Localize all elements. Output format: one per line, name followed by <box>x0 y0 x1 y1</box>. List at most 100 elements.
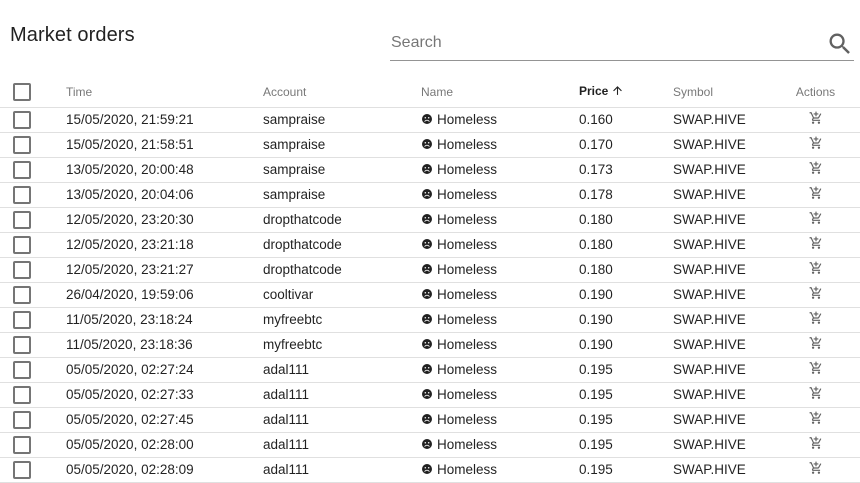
row-time: 05/05/2020, 02:27:33 <box>66 382 263 408</box>
cart-icon[interactable] <box>809 236 823 253</box>
row-symbol: SWAP.HIVE <box>673 157 771 183</box>
row-price: 0.190 <box>579 332 673 358</box>
row-price: 0.178 <box>579 182 673 208</box>
column-header-symbol[interactable]: Symbol <box>673 78 771 108</box>
search-input[interactable] <box>391 32 811 54</box>
row-checkbox[interactable] <box>13 460 31 479</box>
row-checkbox[interactable] <box>13 435 31 454</box>
row-actions <box>771 282 860 308</box>
column-header-name[interactable]: Name <box>421 78 579 108</box>
row-price: 0.180 <box>579 257 673 283</box>
cart-icon[interactable] <box>809 111 823 128</box>
table-row[interactable]: 12/05/2020, 23:21:27 dropthatcode Homeless… <box>0 257 860 283</box>
row-account: cooltivar <box>263 282 421 308</box>
column-header-time[interactable]: Time <box>66 78 263 108</box>
row-checkbox[interactable] <box>13 110 31 129</box>
table-row[interactable]: 05/05/2020, 02:28:00 adal111 Homeless 0.195… <box>0 432 860 458</box>
cart-icon[interactable] <box>809 161 823 178</box>
row-checkbox[interactable] <box>13 210 31 229</box>
table-row[interactable]: 05/05/2020, 02:27:24 adal111 Homeless 0.195… <box>0 357 860 383</box>
cart-icon[interactable] <box>809 211 823 228</box>
cart-icon[interactable] <box>809 436 823 453</box>
row-checkbox[interactable] <box>13 135 31 154</box>
table-row[interactable]: 26/04/2020, 19:59:06 cooltivar Homeless 0.1… <box>0 282 860 308</box>
row-checkbox[interactable] <box>13 160 31 179</box>
table-row[interactable]: 05/05/2020, 02:27:45 adal111 Homeless 0.195… <box>0 407 860 433</box>
orders-table-body: 15/05/2020, 21:59:21 sampraise Homeless 0.1… <box>0 107 860 483</box>
row-name: Homeless <box>437 186 498 202</box>
column-header-price[interactable]: Price <box>579 78 673 108</box>
cart-icon[interactable] <box>809 261 823 278</box>
row-account: sampraise <box>263 182 421 208</box>
cart-icon[interactable] <box>809 311 823 328</box>
row-symbol: SWAP.HIVE <box>673 182 771 208</box>
table-row[interactable]: 15/05/2020, 21:59:21 sampraise Homeless 0.1… <box>0 107 860 133</box>
row-checkbox[interactable] <box>13 285 31 304</box>
row-checkbox[interactable] <box>13 410 31 429</box>
row-time: 13/05/2020, 20:04:06 <box>66 182 263 208</box>
cart-icon[interactable] <box>809 461 823 478</box>
arrow-up-icon[interactable] <box>611 84 624 100</box>
cart-icon[interactable] <box>809 286 823 303</box>
row-checkbox[interactable] <box>13 260 31 279</box>
table-row[interactable]: 13/05/2020, 20:04:06 sampraise Homeless 0.1… <box>0 182 860 208</box>
row-checkbox[interactable] <box>13 360 31 379</box>
row-name: Homeless <box>437 261 498 277</box>
row-actions <box>771 132 860 158</box>
table-row[interactable]: 13/05/2020, 20:00:48 sampraise Homeless 0.1… <box>0 157 860 183</box>
row-symbol: SWAP.HIVE <box>673 357 771 383</box>
cart-icon[interactable] <box>809 136 823 153</box>
table-header-row: Time Account Name Price Symbol Actions <box>0 78 860 108</box>
table-row[interactable]: 05/05/2020, 02:28:09 adal111 Homeless 0.195… <box>0 457 860 483</box>
row-time: 12/05/2020, 23:21:18 <box>66 232 263 258</box>
row-price: 0.180 <box>579 207 673 233</box>
cart-icon[interactable] <box>809 186 823 203</box>
row-price: 0.195 <box>579 407 673 433</box>
row-name: Homeless <box>437 436 498 452</box>
select-all-checkbox[interactable] <box>13 83 31 102</box>
row-checkbox[interactable] <box>13 385 31 404</box>
row-price: 0.195 <box>579 457 673 483</box>
row-account: dropthatcode <box>263 257 421 283</box>
column-header-price-label: Price <box>579 84 609 99</box>
row-select-cell <box>0 107 66 133</box>
row-name-cell: Homeless <box>421 232 579 258</box>
table-row[interactable]: 11/05/2020, 23:18:36 myfreebtc Homeless 0.1… <box>0 332 860 358</box>
sad-face-icon <box>421 288 433 303</box>
row-time: 15/05/2020, 21:58:51 <box>66 132 263 158</box>
row-name: Homeless <box>437 211 498 227</box>
row-price: 0.195 <box>579 382 673 408</box>
cart-icon[interactable] <box>809 411 823 428</box>
cart-icon[interactable] <box>809 336 823 353</box>
search-icon[interactable] <box>826 30 854 58</box>
row-price: 0.160 <box>579 107 673 133</box>
sad-face-icon <box>421 438 433 453</box>
row-checkbox[interactable] <box>13 335 31 354</box>
table-row[interactable]: 12/05/2020, 23:21:18 dropthatcode Homeless… <box>0 232 860 258</box>
row-name-cell: Homeless <box>421 107 579 133</box>
row-actions <box>771 332 860 358</box>
cart-icon[interactable] <box>809 361 823 378</box>
table-row[interactable]: 12/05/2020, 23:20:30 dropthatcode Homeless… <box>0 207 860 233</box>
table-row[interactable]: 15/05/2020, 21:58:51 sampraise Homeless 0.1… <box>0 132 860 158</box>
row-select-cell <box>0 407 66 433</box>
row-account: adal111 <box>263 382 421 408</box>
sad-face-icon <box>421 238 433 253</box>
search-field[interactable] <box>390 26 854 61</box>
table-row[interactable]: 05/05/2020, 02:27:33 adal111 Homeless 0.195… <box>0 382 860 408</box>
row-actions <box>771 357 860 383</box>
cart-icon[interactable] <box>809 386 823 403</box>
row-select-cell <box>0 182 66 208</box>
row-select-cell <box>0 357 66 383</box>
row-checkbox[interactable] <box>13 185 31 204</box>
row-checkbox[interactable] <box>13 310 31 329</box>
row-select-cell <box>0 232 66 258</box>
sad-face-icon <box>421 213 433 228</box>
sad-face-icon <box>421 363 433 378</box>
column-header-account[interactable]: Account <box>263 78 421 108</box>
row-checkbox[interactable] <box>13 235 31 254</box>
row-account: adal111 <box>263 432 421 458</box>
row-symbol: SWAP.HIVE <box>673 132 771 158</box>
table-row[interactable]: 11/05/2020, 23:18:24 myfreebtc Homeless 0.1… <box>0 307 860 333</box>
row-time: 13/05/2020, 20:00:48 <box>66 157 263 183</box>
